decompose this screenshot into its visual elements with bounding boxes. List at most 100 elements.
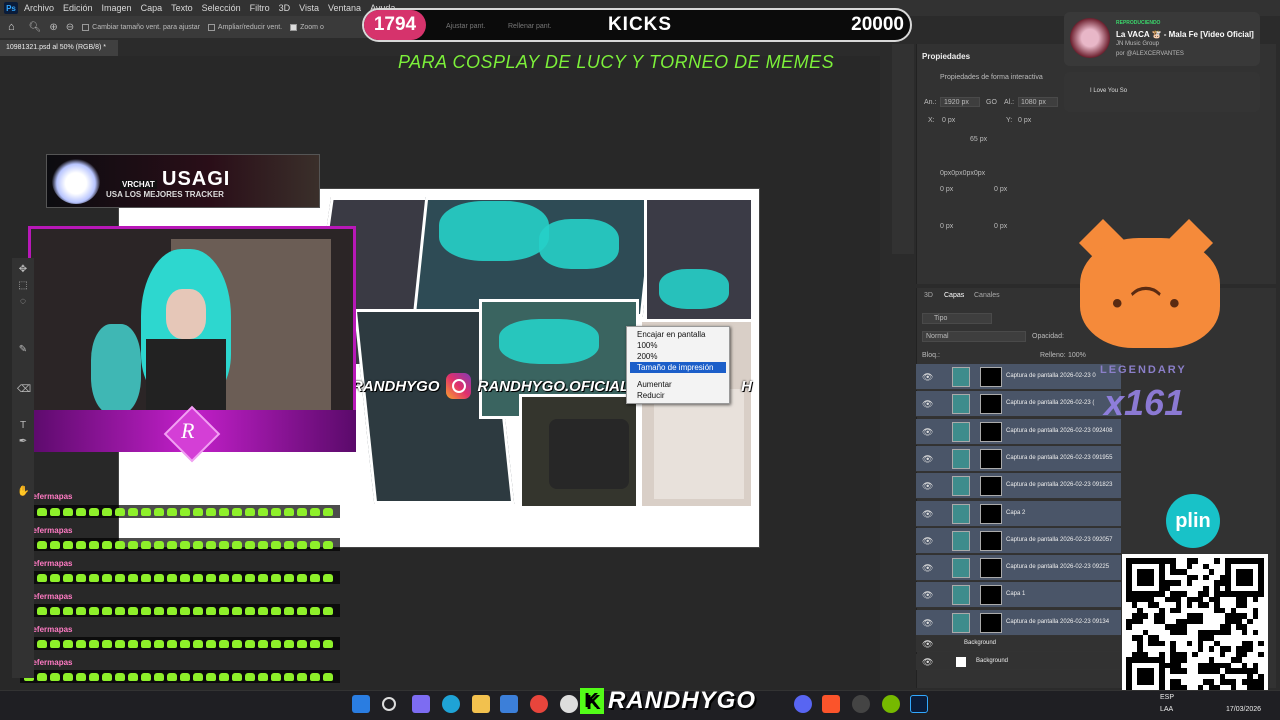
photoshop-logo-icon[interactable]: Ps [4, 2, 18, 14]
visibility-eye-icon[interactable]: 👁︎ [922, 481, 933, 492]
fit-screen-button[interactable]: Ajustar pant. [446, 23, 485, 30]
store-icon[interactable] [500, 695, 518, 713]
visibility-eye-icon[interactable]: 👁︎ [922, 427, 933, 438]
y-value[interactable]: 0 px [1018, 117, 1031, 124]
menu-archivo[interactable]: Archivo [24, 3, 54, 13]
chat-message [20, 571, 340, 584]
stroke-width[interactable]: 65 px [970, 136, 987, 143]
layer-thumbnail [952, 421, 970, 442]
cat-emote-icon [232, 639, 242, 648]
menu-texto[interactable]: Texto [171, 3, 193, 13]
tab-3d[interactable]: 3D [924, 292, 933, 299]
clock-date[interactable]: 17/03/2026 [1226, 706, 1261, 713]
brave-icon[interactable] [822, 695, 840, 713]
layer-row[interactable]: 👁︎ Captura de pantalla 2026-02-23 ( [916, 391, 1121, 418]
layer-thumbnail [952, 530, 970, 551]
layer-row[interactable]: 👁︎ Captura de pantalla 2026-02-23 09134 [916, 609, 1121, 636]
visibility-eye-icon[interactable]: 👁︎ [922, 454, 933, 465]
zoom-windows-checkbox[interactable]: Ampliar/reducir vent. [207, 23, 283, 31]
menu-item-100[interactable]: 100% [627, 340, 729, 351]
layer-group-row[interactable]: 👁︎ Background [916, 636, 1121, 652]
fill-screen-button[interactable]: Rellenar pant. [508, 23, 552, 30]
menu-ventana[interactable]: Ventana [328, 3, 361, 13]
zoom-tool-icon[interactable]: 🔍︎ [29, 22, 42, 33]
layer-row[interactable]: 👁︎ Capa 2 [916, 500, 1121, 527]
menu-item-zoom-in[interactable]: Aumentar [627, 379, 729, 390]
menu-item-print-size[interactable]: Tamaño de impresión [630, 362, 726, 373]
brush-tool-icon[interactable]: ✎ [17, 344, 29, 356]
layer-row[interactable]: 👁︎ Captura de pantalla 2026-02-23 091955 [916, 445, 1121, 472]
layer-row[interactable]: 👁︎ Captura de pantalla 2026-02-23 092057 [916, 527, 1121, 554]
visibility-eye-icon[interactable]: 👁︎ [922, 590, 933, 601]
radius-2[interactable]: 0 px [994, 186, 1007, 193]
visibility-eye-icon[interactable]: 👁︎ [922, 536, 933, 547]
layer-row[interactable]: 👁︎ Captura de pantalla 2026-02-23 091823 [916, 473, 1121, 500]
discord-icon[interactable] [794, 695, 812, 713]
windows-start-icon[interactable] [352, 695, 370, 713]
edge-icon[interactable] [442, 695, 460, 713]
text-tool-icon[interactable]: T [17, 420, 29, 432]
obs-icon[interactable] [560, 695, 578, 713]
tab-channels[interactable]: Canales [974, 292, 1000, 299]
eraser-tool-icon[interactable]: ⌫ [17, 384, 31, 396]
resize-windows-checkbox[interactable]: Cambiar tamaño vent. para ajustar [82, 23, 200, 31]
layer-row[interactable]: 👁︎ Capa 1 [916, 582, 1121, 609]
visibility-eye-icon[interactable]: 👁︎ [922, 372, 933, 383]
layer-row[interactable]: 👁︎ Captura de pantalla 2026-02-23 092408 [916, 418, 1121, 445]
panel-icons-column [892, 44, 914, 254]
search-icon[interactable] [382, 697, 396, 711]
visibility-eye-icon[interactable]: 👁︎ [922, 639, 933, 650]
zoom-all-checkbox[interactable]: Zoom o [290, 23, 324, 31]
visibility-eye-icon[interactable]: 👁︎ [922, 657, 933, 668]
move-tool-icon[interactable]: ✥ [17, 264, 29, 276]
zoom-out-icon[interactable]: ⊖ [66, 22, 74, 33]
decor [439, 201, 549, 261]
keyboard-layout[interactable]: LAA [1160, 706, 1173, 713]
radius-3[interactable]: 0 px [940, 223, 953, 230]
chrome-icon[interactable] [530, 695, 548, 713]
corner-radius[interactable]: 0px0px0px0px [940, 170, 985, 177]
menu-item-zoom-out[interactable]: Reducir [627, 390, 729, 401]
fill-value[interactable]: 100% [1068, 352, 1086, 359]
menu-vista[interactable]: Vista [299, 3, 319, 13]
x-value[interactable]: 0 px [942, 117, 955, 124]
radius-1[interactable]: 0 px [940, 186, 953, 193]
menu-edicion[interactable]: Edición [63, 3, 93, 13]
y-label: Y: [1006, 117, 1013, 124]
layer-filter-select[interactable] [922, 313, 992, 324]
background-layer-row[interactable]: 👁︎ Background [916, 654, 1121, 670]
copilot-icon[interactable] [412, 695, 430, 713]
pen-tool-icon[interactable]: ✒ [17, 436, 29, 448]
lasso-tool-icon[interactable]: ◌ [17, 296, 29, 308]
layer-row[interactable]: 👁︎ Captura de pantalla 2026-02-23 09225 [916, 555, 1121, 582]
visibility-eye-icon[interactable]: 👁︎ [922, 618, 933, 629]
visibility-eye-icon[interactable]: 👁︎ [922, 399, 933, 410]
menu-capa[interactable]: Capa [141, 3, 163, 13]
nvidia-icon[interactable] [882, 695, 900, 713]
layer-name: Captura de pantalla 2026-02-23 0 [1006, 373, 1096, 379]
file-explorer-icon[interactable] [472, 695, 490, 713]
document-tab[interactable]: 10981321.psd al 50% (RGB/8) * [0, 40, 118, 56]
menu-item-fit-screen[interactable]: Encajar en pantalla [627, 329, 729, 340]
height-value: 1080 px [1021, 99, 1046, 106]
zoom-windows-label: Ampliar/reducir vent. [217, 23, 283, 31]
hand-tool-icon[interactable]: ✋ [17, 486, 29, 498]
photoshop-icon[interactable] [910, 695, 928, 713]
visibility-eye-icon[interactable]: 👁︎ [922, 563, 933, 574]
cat-emote-icon [89, 672, 99, 681]
home-icon[interactable]: ⌂ [8, 21, 15, 33]
menu-3d[interactable]: 3D [279, 3, 291, 13]
chatgpt-icon[interactable] [852, 695, 870, 713]
menu-seleccion[interactable]: Selección [202, 3, 241, 13]
zoom-in-icon[interactable]: ⊕ [49, 22, 57, 33]
visibility-eye-icon[interactable]: 👁︎ [922, 509, 933, 520]
tab-layers[interactable]: Capas [944, 292, 964, 299]
language-indicator[interactable]: ESP [1160, 694, 1174, 701]
menu-filtro[interactable]: Filtro [250, 3, 270, 13]
menu-imagen[interactable]: Imagen [102, 3, 132, 13]
link-label[interactable]: GO [986, 99, 997, 106]
marquee-tool-icon[interactable]: ⬚ [17, 280, 29, 292]
menu-item-200[interactable]: 200% [627, 351, 729, 362]
radius-4[interactable]: 0 px [994, 223, 1007, 230]
layer-row[interactable]: 👁︎ Captura de pantalla 2026-02-23 0 [916, 364, 1121, 390]
